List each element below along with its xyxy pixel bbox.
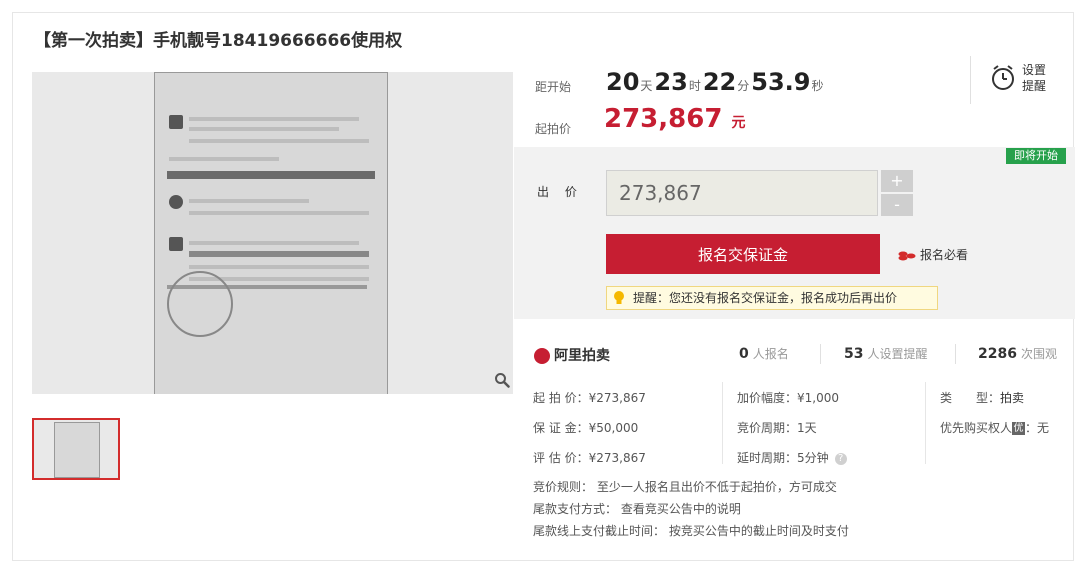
rule-payment-method: 尾款支付方式： 查看竞买公告中的说明 — [533, 502, 741, 516]
detail-appraisal: 评 估 价：¥273,867 — [533, 451, 646, 465]
start-price-unit: 元 — [731, 115, 746, 131]
reminder-count: 53 人设置提醒 — [844, 345, 928, 362]
start-price-amount: 273,867 — [604, 104, 723, 134]
page-title: 【第一次拍卖】手机靓号18419666666使用权 — [34, 26, 402, 51]
start-price-label: 起拍价 — [535, 122, 572, 136]
countdown-timer: 20天23时22分53.9秒 — [606, 68, 826, 96]
start-price-value: 273,867 元 — [604, 104, 745, 134]
bulb-icon — [614, 291, 624, 304]
detail-priority-buyer: 优先购买权人优：无 — [940, 419, 1049, 436]
detail-period: 竞价周期：1天 — [737, 421, 817, 435]
tip-text: 提醒：您还没有报名交保证金，报名成功后再出价 — [633, 291, 898, 305]
set-reminder-button[interactable]: 设置 提醒 — [986, 62, 1056, 102]
main-product-image[interactable] — [32, 72, 513, 394]
seconds-unit: 秒 — [811, 79, 824, 93]
divider — [722, 382, 723, 464]
viewer-count: 2286 次围观 — [978, 345, 1057, 362]
rule-payment-deadline: 尾款线上支付截止时间： 按竞买公告中的截止时间及时支付 — [533, 524, 849, 538]
must-read-link[interactable]: 报名必看 — [898, 246, 968, 263]
signed-count: 0 人报名 — [739, 345, 789, 362]
divider — [970, 56, 971, 104]
extension-text: 延时周期：5分钟 — [737, 451, 829, 465]
deposit-tip: 提醒：您还没有报名交保证金，报名成功后再出价 — [606, 286, 938, 310]
viewers-label: 次围观 — [1020, 347, 1057, 361]
rule-bidding: 竞价规则： 至少一人报名且出价不低于起拍价，方可成交 — [533, 480, 837, 494]
title-number: 18419666666 — [221, 31, 352, 51]
detail-extension: 延时周期：5分钟? — [737, 449, 847, 466]
priority-label: 优先购买权人 — [940, 421, 1013, 435]
days-unit: 天 — [640, 79, 653, 93]
detail-type: 类 型：拍卖 — [940, 389, 1024, 406]
ali-logo-icon — [534, 348, 550, 364]
apply-deposit-button[interactable]: 报名交保证金 — [606, 234, 880, 274]
countdown-label: 距开始 — [535, 80, 572, 94]
reminders-label: 人设置提醒 — [867, 347, 928, 361]
detail-deposit: 保 证 金：¥50,000 — [533, 421, 639, 435]
must-read-label: 报名必看 — [920, 248, 969, 262]
countdown-seconds: 53.9 — [751, 68, 811, 96]
divider — [955, 344, 956, 364]
ali-auction-logo: 阿里拍卖 — [534, 345, 610, 365]
status-badge: 即将开始 — [1006, 148, 1066, 164]
platform-name: 阿里拍卖 — [554, 348, 610, 364]
thumbnail-image[interactable] — [32, 418, 120, 480]
reminders-value: 53 — [844, 346, 864, 362]
increase-bid-button[interactable]: + — [881, 170, 913, 192]
type-value: 拍卖 — [1000, 391, 1025, 405]
reminder-line2: 提醒 — [1022, 79, 1047, 93]
bid-input[interactable] — [606, 170, 878, 216]
countdown-hours: 23 — [654, 68, 688, 96]
minutes-unit: 分 — [737, 79, 750, 93]
detail-start-price: 起 拍 价：¥273,867 — [533, 391, 646, 405]
divider — [925, 382, 926, 464]
divider — [820, 344, 821, 364]
title-prefix: 【第一次拍卖】手机靓号 — [34, 31, 221, 51]
bid-label: 出 价 — [537, 185, 583, 199]
countdown-minutes: 22 — [702, 68, 737, 96]
hours-unit: 时 — [688, 79, 701, 93]
decrease-bid-button[interactable]: - — [881, 194, 913, 216]
reminder-line1: 设置 — [1022, 63, 1047, 77]
viewers-value: 2286 — [978, 346, 1017, 362]
title-suffix: 使用权 — [351, 31, 403, 51]
type-label: 类 型： — [940, 391, 1001, 405]
help-icon[interactable]: ? — [834, 452, 847, 465]
priority-badge: 优 — [1012, 422, 1026, 435]
signed-label: 人报名 — [752, 347, 789, 361]
zoom-icon[interactable] — [494, 372, 510, 388]
document-photo — [154, 72, 388, 394]
clock-icon — [992, 65, 1014, 90]
signed-value: 0 — [739, 346, 749, 362]
countdown-days: 20 — [606, 68, 640, 96]
priority-value: ：无 — [1025, 421, 1050, 435]
coins-icon — [898, 251, 916, 260]
detail-increment: 加价幅度：¥1,000 — [737, 391, 839, 405]
